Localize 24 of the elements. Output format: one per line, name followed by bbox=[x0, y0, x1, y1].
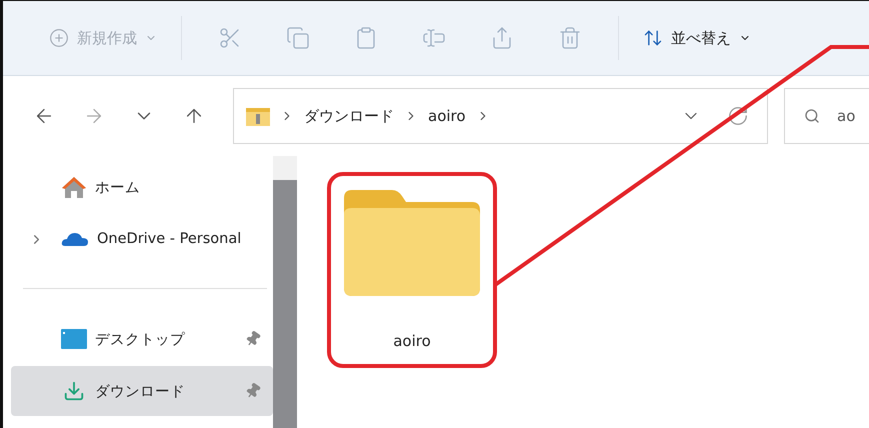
copy-icon bbox=[286, 26, 310, 50]
breadcrumb[interactable]: aoiro bbox=[428, 107, 466, 125]
sort-button[interactable]: 並べ替え bbox=[633, 18, 761, 58]
sort-icon bbox=[643, 28, 663, 48]
refresh-icon bbox=[727, 105, 749, 127]
folder-tile[interactable]: aoiro bbox=[327, 172, 497, 368]
search-icon bbox=[804, 108, 820, 124]
cloud-icon bbox=[61, 231, 89, 247]
sidebar-item[interactable]: ダウンロード bbox=[11, 366, 273, 416]
folder-icon bbox=[246, 106, 270, 126]
home-icon bbox=[61, 175, 87, 199]
scrollbar-thumb[interactable] bbox=[273, 180, 297, 428]
plus-icon bbox=[49, 28, 69, 48]
folder-icon bbox=[344, 190, 480, 296]
download-icon bbox=[63, 380, 85, 402]
search-field[interactable]: ao bbox=[784, 88, 869, 144]
delete-icon bbox=[558, 26, 582, 50]
sidebar-item[interactable]: デスクトップ bbox=[11, 314, 273, 364]
folder-name: aoiro bbox=[393, 332, 431, 350]
desktop-icon bbox=[61, 329, 87, 349]
address-bar[interactable]: ダウンロード aoiro bbox=[233, 88, 768, 144]
breadcrumb[interactable]: ダウンロード bbox=[304, 106, 394, 126]
sidebar-item[interactable]: ホーム bbox=[11, 162, 273, 212]
sidebar-item[interactable]: OneDrive - Personal bbox=[11, 214, 273, 264]
